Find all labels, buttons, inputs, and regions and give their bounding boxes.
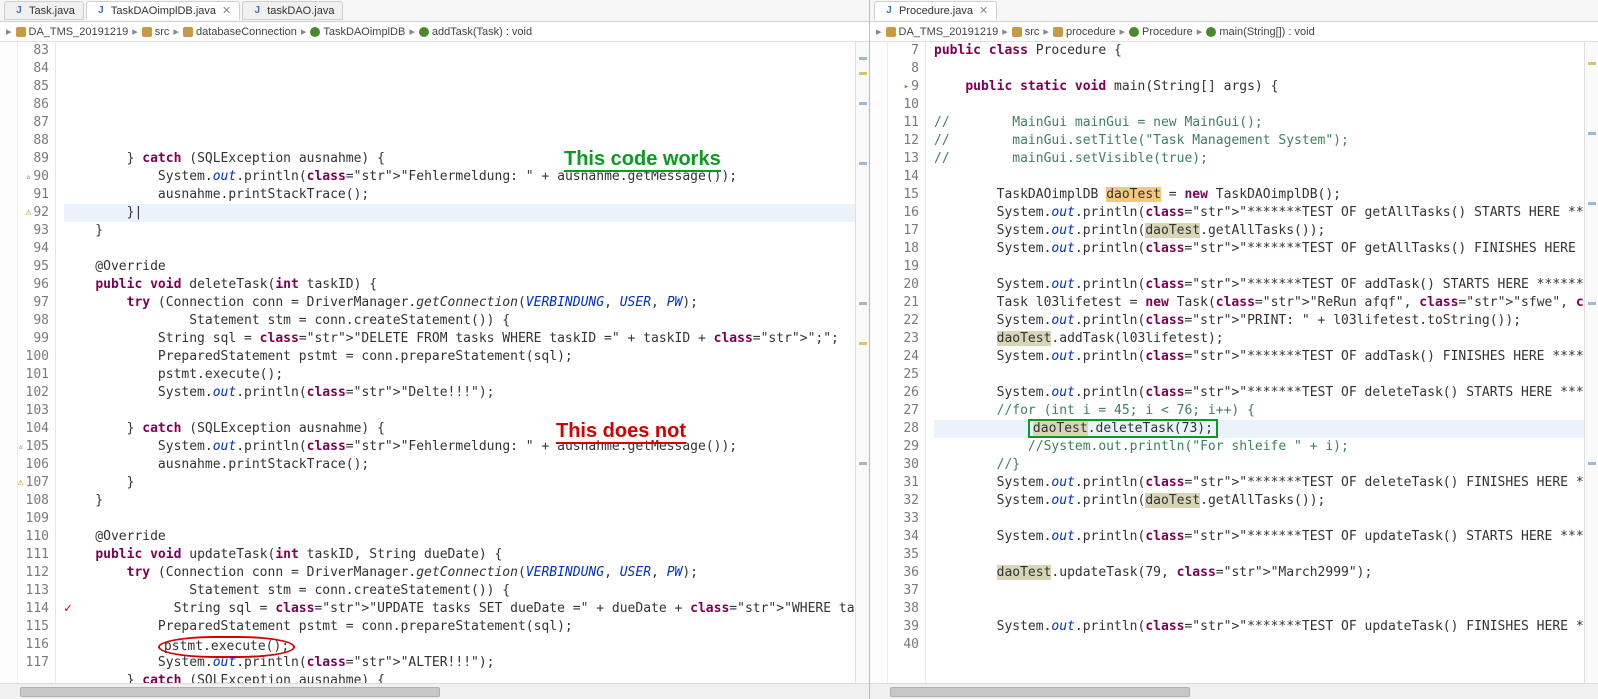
breadcrumb-item[interactable]: src	[1025, 26, 1040, 38]
left-overview-ruler[interactable]	[855, 42, 869, 683]
class-icon	[1129, 27, 1139, 37]
tab-label: taskDAO.java	[267, 5, 334, 17]
package-icon	[1053, 27, 1063, 37]
package-icon	[183, 27, 193, 37]
java-file-icon: J	[95, 5, 107, 17]
tab-label: TaskDAOimplDB.java	[111, 5, 216, 17]
scrollbar-thumb[interactable]	[890, 687, 1190, 697]
left-code[interactable]: } catch (SQLException ausnahme) { System…	[56, 42, 869, 683]
tab-taskdaoimpldb-java[interactable]: J TaskDAOimplDB.java ✕	[86, 1, 240, 20]
right-horizontal-scrollbar[interactable]	[870, 683, 1598, 699]
right-ruler	[870, 42, 888, 683]
right-gutter: 78▸9101112131415161718192021222324252627…	[888, 42, 926, 683]
red-annotation-brace	[56, 330, 58, 510]
left-horizontal-scrollbar[interactable]	[0, 683, 869, 699]
right-tabbar: J Procedure.java ✕	[870, 0, 1598, 22]
right-overview-ruler[interactable]	[1584, 42, 1598, 683]
tab-task-java[interactable]: J Task.java	[4, 1, 84, 20]
left-editor[interactable]: 83848586878889▵9091⚠92939495969798991001…	[0, 42, 869, 683]
project-icon	[16, 27, 26, 37]
close-icon[interactable]: ✕	[222, 4, 231, 17]
tab-taskdao-java[interactable]: JtaskDAO.java	[242, 1, 343, 20]
tab-label: Procedure.java	[899, 5, 973, 17]
project-icon	[886, 27, 896, 37]
breadcrumb-item[interactable]: addTask(Task) : void	[432, 26, 532, 38]
scrollbar-thumb[interactable]	[20, 687, 440, 697]
breadcrumb-item[interactable]: DA_TMS_20191219	[899, 26, 999, 38]
right-code[interactable]: public class Procedure { public static v…	[926, 42, 1598, 683]
green-annotation-brace	[56, 68, 58, 258]
close-icon[interactable]: ✕	[979, 4, 988, 17]
breadcrumb-item[interactable]: procedure	[1066, 26, 1116, 38]
annotation-not: This does not	[556, 422, 686, 440]
right-breadcrumb[interactable]: ▸ DA_TMS_20191219 ▸ src ▸ procedure ▸ Pr…	[870, 22, 1598, 42]
folder-icon	[1012, 27, 1022, 37]
right-editor[interactable]: 78▸9101112131415161718192021222324252627…	[870, 42, 1598, 683]
class-icon	[310, 27, 320, 37]
breadcrumb-item[interactable]: databaseConnection	[196, 26, 297, 38]
method-icon	[1206, 27, 1216, 37]
annotation-works: This code works	[564, 150, 721, 168]
tab-label: Task.java	[29, 5, 75, 17]
breadcrumb-item[interactable]: src	[155, 26, 170, 38]
breadcrumb-item[interactable]: Procedure	[1142, 26, 1193, 38]
java-file-icon: J	[13, 5, 25, 17]
left-breadcrumb[interactable]: ▸ DA_TMS_20191219 ▸ src ▸ databaseConnec…	[0, 22, 869, 42]
breadcrumb-item[interactable]: DA_TMS_20191219	[29, 26, 129, 38]
left-tabbar: J Task.java J TaskDAOimplDB.java ✕ JtaskDAO…	[0, 0, 869, 22]
chevron-right-icon: ▸	[876, 25, 882, 38]
breadcrumb-item[interactable]: TaskDAOimplDB	[323, 26, 405, 38]
breadcrumb-item[interactable]: main(String[]) : void	[1219, 26, 1314, 38]
java-file-icon: J	[883, 5, 895, 17]
folder-icon	[142, 27, 152, 37]
chevron-right-icon: ▸	[6, 25, 12, 38]
tab-procedure-java[interactable]: J Procedure.java ✕	[874, 1, 997, 20]
left-gutter: 83848586878889▵9091⚠92939495969798991001…	[18, 42, 56, 683]
java-file-icon: J	[251, 5, 263, 17]
method-icon	[419, 27, 429, 37]
left-ruler	[0, 42, 18, 683]
